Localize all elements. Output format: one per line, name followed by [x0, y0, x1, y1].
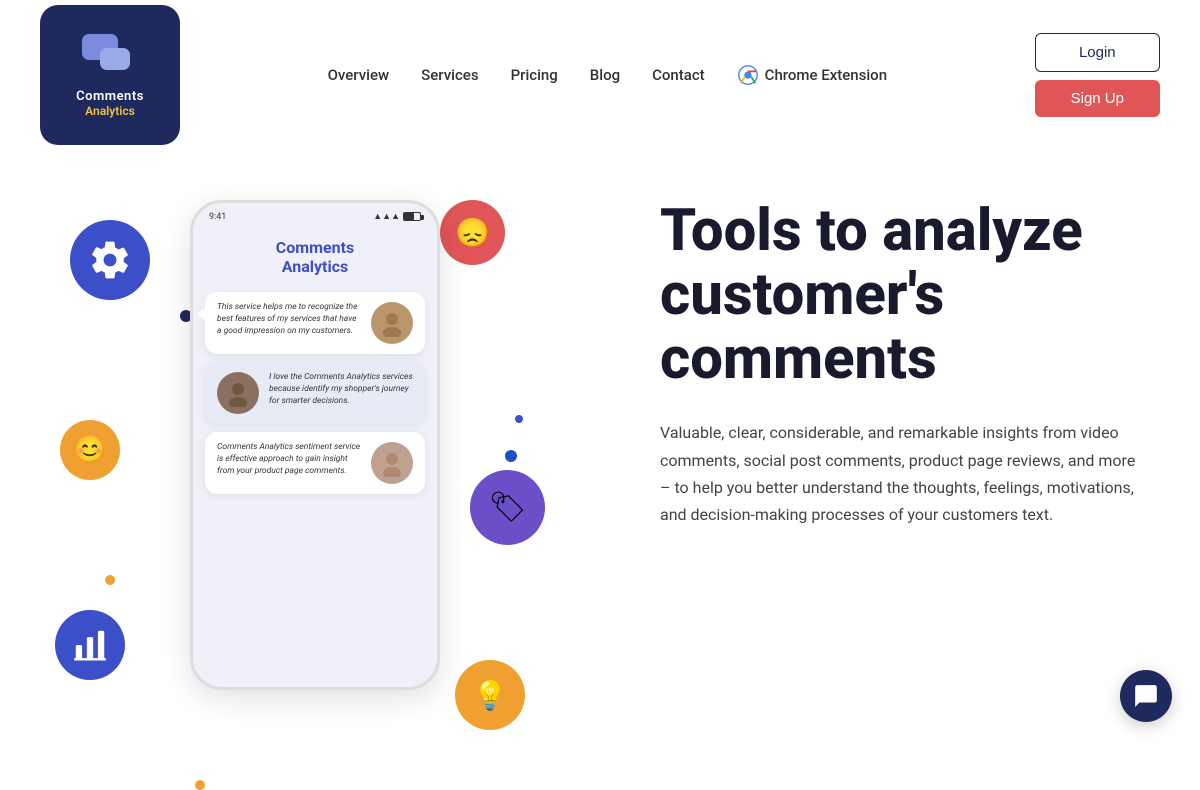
signup-button[interactable]: Sign Up — [1035, 80, 1160, 117]
phone-comment-2: I love the Comments Analytics services b… — [205, 362, 425, 424]
nav-overview[interactable]: Overview — [328, 66, 390, 84]
nav-chrome-extension[interactable]: Chrome Extension — [737, 64, 887, 86]
decorative-dot-4 — [105, 575, 115, 585]
site-header: Comments Analytics Overview Services Pri… — [0, 0, 1200, 150]
login-button[interactable]: Login — [1035, 33, 1160, 72]
chart-icon — [55, 610, 125, 680]
gear-icon — [70, 220, 150, 300]
hero-description: Valuable, clear, considerable, and remar… — [660, 419, 1140, 528]
tag-icon: 🏷 — [470, 470, 545, 545]
phone-mockup: 9:41 ▲▲▲ Comments Analytics This service… — [190, 200, 440, 690]
nav-blog[interactable]: Blog — [590, 66, 620, 84]
nav-pricing[interactable]: Pricing — [511, 66, 558, 84]
phone-status-bar: 9:41 ▲▲▲ — [193, 203, 437, 226]
decorative-dot-5 — [195, 780, 205, 790]
decorative-dot-3 — [505, 450, 517, 462]
phone-comment-3: Comments Analytics sentiment service is … — [205, 432, 425, 494]
decorative-dot-2 — [515, 415, 523, 423]
hero-title: Tools to analyze customer's comments — [660, 200, 1160, 391]
logo[interactable]: Comments Analytics — [40, 5, 180, 145]
hero-section: 😞 😊 🏷 💡 9:41 ▲▲▲ — [0, 150, 1200, 750]
main-nav: Overview Services Pricing Blog Contact C… — [328, 64, 887, 86]
bulb-icon: 💡 — [455, 660, 525, 730]
phone-comment-1: This service helps me to recognize the b… — [205, 292, 425, 354]
header-auth-buttons: Login Sign Up — [1035, 33, 1160, 117]
smile-icon: 😊 — [60, 420, 120, 480]
phone-app-title: Comments Analytics — [193, 226, 437, 284]
nav-services[interactable]: Services — [421, 66, 478, 84]
hero-content: Tools to analyze customer's comments Val… — [620, 170, 1160, 528]
chat-widget[interactable] — [1120, 670, 1172, 722]
hero-illustration: 😞 😊 🏷 💡 9:41 ▲▲▲ — [40, 170, 620, 730]
nav-contact[interactable]: Contact — [652, 66, 705, 84]
sad-face-icon: 😞 — [440, 200, 505, 265]
